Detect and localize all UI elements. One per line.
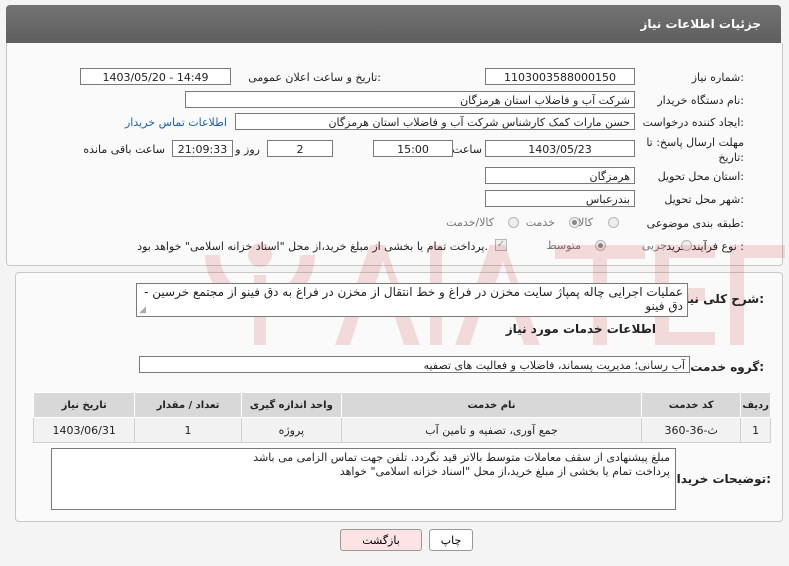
category-option-goods: کالا bbox=[578, 216, 593, 229]
remaining-label: ساعت باقی مانده bbox=[83, 143, 165, 156]
days-field: 2 bbox=[267, 140, 333, 157]
print-button[interactable]: چاپ bbox=[429, 529, 473, 551]
cell-unit: پروژه bbox=[240, 417, 343, 443]
buyer-notes-label: توضیحات خریدار: bbox=[669, 472, 771, 486]
service-group-field: آب رسانی؛ مدیریت پسماند، فاضلاب و فعالیت… bbox=[139, 356, 690, 373]
deadline-time-label: ساعت bbox=[452, 143, 482, 156]
buyer-notes-line1: مبلغ پیشنهادی از سقف معاملات متوسط بالات… bbox=[253, 451, 670, 464]
category-label: طبقه بندی موضوعی: bbox=[646, 217, 744, 230]
table-header-row: ردیف کد خدمت نام خدمت واحد اندازه گیری ت… bbox=[32, 392, 771, 418]
province-label: استان محل تحویل: bbox=[657, 170, 744, 183]
description-label: شرح کلی نیاز: bbox=[678, 292, 764, 306]
page-header: جزئیات اطلاعات نیاز bbox=[6, 5, 781, 43]
description-text: عملیات اجرایی چاله پمپاژ سایت مخزن در فر… bbox=[144, 285, 683, 313]
col-service-code: کد خدمت bbox=[641, 392, 742, 418]
days-label: روز و bbox=[235, 143, 260, 156]
col-quantity: تعداد / مقدار bbox=[134, 392, 242, 418]
deadline-label-line2: تاریخ: bbox=[718, 151, 744, 164]
description-field: عملیات اجرایی چاله پمپاژ سایت مخزن در فر… bbox=[136, 283, 688, 317]
cell-service-code: ث-36-360 bbox=[641, 417, 742, 443]
cell-row: 1 bbox=[740, 417, 771, 443]
cell-service-name: جمع آوری، تصفیه و تامین آب bbox=[341, 417, 643, 443]
cell-need-date: 1403/06/31 bbox=[32, 417, 136, 443]
services-section-title: اطلاعات خدمات مورد نیاز bbox=[505, 322, 656, 336]
category-radio-service[interactable] bbox=[569, 217, 580, 228]
category-radio-goods-service[interactable] bbox=[508, 217, 519, 228]
cell-quantity: 1 bbox=[134, 417, 242, 443]
category-option-goods-service: کالا/خدمت bbox=[446, 216, 494, 229]
creator-field: حسن مارات کمک کارشناس شرکت آب و فاضلاب ا… bbox=[235, 113, 635, 130]
services-table: ردیف کد خدمت نام خدمت واحد اندازه گیری ت… bbox=[32, 392, 771, 443]
buyer-notes-field: مبلغ پیشنهادی از سقف معاملات متوسط بالات… bbox=[51, 448, 676, 510]
buyer-notes-line2: پرداخت تمام یا بخشی از مبلغ خرید،از محل … bbox=[339, 465, 670, 478]
col-unit: واحد اندازه گیری bbox=[240, 392, 343, 418]
need-number-label: شماره نیاز: bbox=[691, 71, 744, 84]
buyer-contact-link[interactable]: اطلاعات تماس خریدار bbox=[125, 116, 227, 129]
city-label: شهر محل تحویل: bbox=[664, 193, 744, 206]
deadline-time-field: 15:00 bbox=[373, 140, 453, 157]
buyer-field: شرکت آب و فاضلاب استان هرمزگان bbox=[185, 91, 635, 108]
buyer-label: نام دستگاه خریدار: bbox=[657, 94, 744, 107]
category-radio-goods[interactable] bbox=[608, 217, 619, 228]
need-number-field: 1103003588000150 bbox=[485, 68, 635, 85]
table-row: 1 ث-36-360 جمع آوری، تصفیه و تامین آب پر… bbox=[32, 417, 771, 443]
col-need-date: تاریخ نیاز bbox=[32, 392, 136, 418]
service-group-label: گروه خدمت: bbox=[690, 360, 764, 374]
remaining-time-field: 21:09:33 bbox=[172, 140, 233, 157]
announce-label: تاریخ و ساعت اعلان عمومی: bbox=[248, 71, 381, 84]
deadline-date-field: 1403/05/23 bbox=[485, 140, 635, 157]
col-row: ردیف bbox=[740, 392, 771, 418]
province-field: هرمزگان bbox=[485, 167, 635, 184]
category-option-service: خدمت bbox=[525, 216, 555, 229]
creator-label: ایجاد کننده درخواست: bbox=[642, 116, 744, 129]
announce-field: 1403/05/20 - 14:49 bbox=[80, 68, 231, 85]
resize-handle-icon[interactable]: ◢ bbox=[139, 306, 146, 315]
back-button[interactable]: بازگشت bbox=[340, 529, 422, 551]
col-service-name: نام خدمت bbox=[341, 392, 643, 418]
page-title: جزئیات اطلاعات نیاز bbox=[640, 17, 761, 31]
deadline-label-line1: مهلت ارسال پاسخ: تا bbox=[646, 136, 744, 149]
city-field: بندرعباس bbox=[485, 190, 635, 207]
